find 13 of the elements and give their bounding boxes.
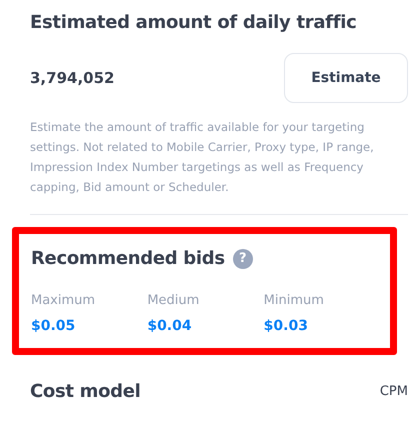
traffic-value: 3,794,052 xyxy=(30,69,114,87)
bid-value: $0.05 xyxy=(31,318,76,334)
bid-label: Minimum xyxy=(264,293,324,308)
bid-value: $0.04 xyxy=(147,318,192,334)
bid-label: Medium xyxy=(147,293,200,308)
bid-value: $0.03 xyxy=(264,318,308,334)
cost-model-value: CPM xyxy=(380,384,408,399)
section-title: Recommended bids xyxy=(31,248,225,269)
estimate-button[interactable]: Estimate xyxy=(284,53,408,103)
section-title: Cost model xyxy=(30,381,141,402)
section-title: Estimated amount of daily traffic xyxy=(30,12,358,33)
description-text: Estimate the amount of traffic available for your targeting settings. Not related to Mobile Carrier, Proxy type, IP range, Impression Index Number targetings as well as Frequency capping, Bid amount or Scheduler. xyxy=(30,119,375,196)
bid-label: Maximum xyxy=(31,293,96,308)
